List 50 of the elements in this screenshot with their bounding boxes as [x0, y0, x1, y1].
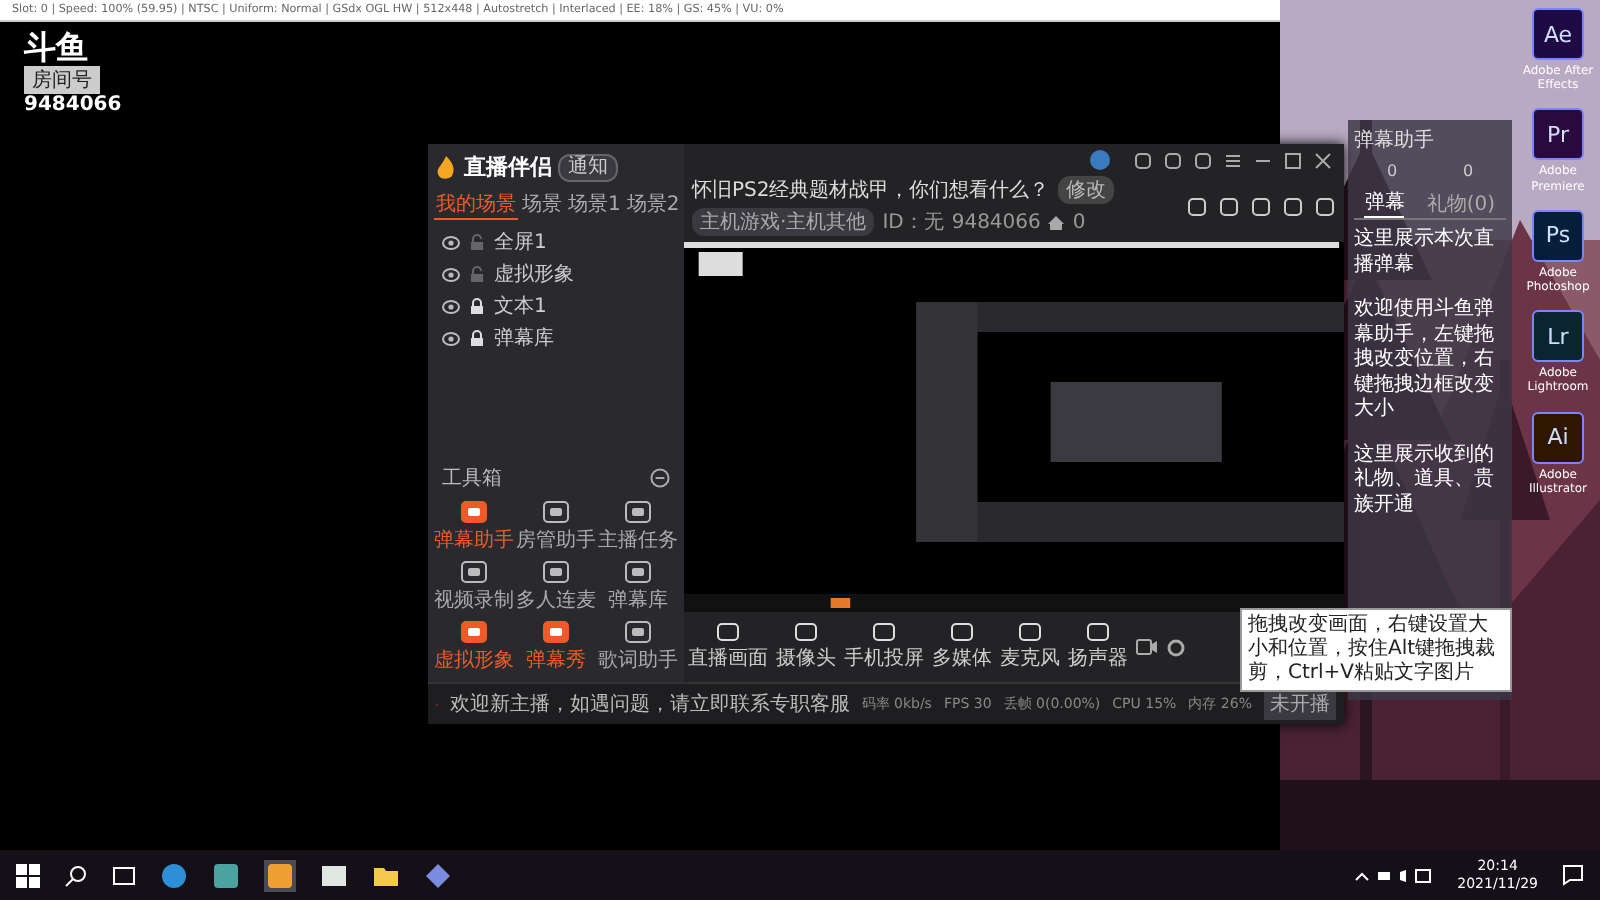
toolbar-button[interactable]: 麦克风: [1000, 622, 1060, 672]
panel-title: 弹幕助手: [1354, 127, 1436, 154]
stream-title: 怀旧PS2经典题材战甲，你们想看什么？: [692, 177, 1050, 204]
count-text: 0: [1462, 162, 1474, 180]
chat-message: 欢迎使用斗鱼弹幕助手，左键拖拽改变位置，右键拖拽边框改变大小: [1354, 298, 1496, 423]
tool-label[interactable]: 视频录制: [434, 586, 514, 614]
scene-tab[interactable]: 场景2: [624, 190, 682, 220]
id-text: ID：无: [882, 210, 944, 236]
source-name[interactable]: 全屏1: [494, 228, 547, 256]
logo-text: 斗鱼: [24, 30, 88, 66]
tool-label[interactable]: 歌词助手: [598, 646, 678, 674]
source-name[interactable]: 虚拟形象: [494, 260, 574, 288]
scene-tab[interactable]: 场景: [520, 190, 564, 220]
toolbar-button[interactable]: 扬声器: [1068, 622, 1128, 672]
notice-button[interactable]: 通知: [558, 153, 618, 181]
tool-label[interactable]: 房管助手: [516, 526, 596, 554]
source-name[interactable]: 文本1: [494, 292, 547, 320]
toolbar-button[interactable]: 直播画面: [688, 622, 768, 672]
room-number: 9484066: [24, 93, 122, 116]
tooltip: 拖拽改变画面，右键设置大小和位置，按住Alt键拖拽裁剪，Ctrl+V粘贴文字图片: [1240, 608, 1512, 692]
room-id: 9484066: [951, 211, 1041, 233]
chat-message: 这里展示收到的礼物、道具、贵族开通: [1354, 443, 1496, 518]
status-notice: 欢迎新主播，如遇问题，请立即联系专职客服: [449, 691, 850, 718]
room-label: 房间号: [24, 65, 100, 94]
app-icon[interactable]: Ae: [1532, 8, 1584, 60]
toolbar-button[interactable]: 手机投屏: [844, 622, 924, 672]
edit-button[interactable]: 修改: [1057, 176, 1114, 204]
tool-label[interactable]: 多人连麦: [516, 586, 596, 614]
category-tag[interactable]: 主机游戏·主机其他: [692, 208, 875, 236]
panel-tab[interactable]: 礼物(0): [1426, 188, 1496, 218]
scene-tab[interactable]: 我的场景: [434, 190, 518, 220]
app-icon[interactable]: Pr: [1532, 108, 1584, 161]
app-icon[interactable]: Ps: [1532, 209, 1584, 262]
toolbox-title: 工具箱: [442, 466, 502, 492]
toolbar-button[interactable]: 摄像头: [776, 622, 836, 672]
toolbar-button[interactable]: 多媒体: [932, 622, 992, 672]
chat-message: 这里展示本次直播弹幕: [1354, 228, 1496, 278]
brand-name: 直播伴侣: [464, 152, 552, 182]
scene-tab[interactable]: 场景1: [566, 190, 623, 220]
tool-label[interactable]: 主播任务: [598, 526, 678, 554]
app-icon[interactable]: Ai: [1532, 411, 1584, 463]
tool-label[interactable]: 虚拟形象: [434, 646, 514, 674]
count-text: 0: [1386, 162, 1398, 180]
tool-label[interactable]: 弹幕库: [608, 586, 668, 614]
source-name[interactable]: 弹幕库: [494, 324, 554, 352]
panel-tab[interactable]: 弹幕: [1364, 188, 1405, 218]
tool-label[interactable]: 弹幕助手: [434, 526, 514, 554]
tool-label[interactable]: 弹幕秀: [526, 646, 586, 674]
like-count: 0: [1072, 211, 1086, 233]
app-icon[interactable]: Lr: [1532, 310, 1584, 363]
